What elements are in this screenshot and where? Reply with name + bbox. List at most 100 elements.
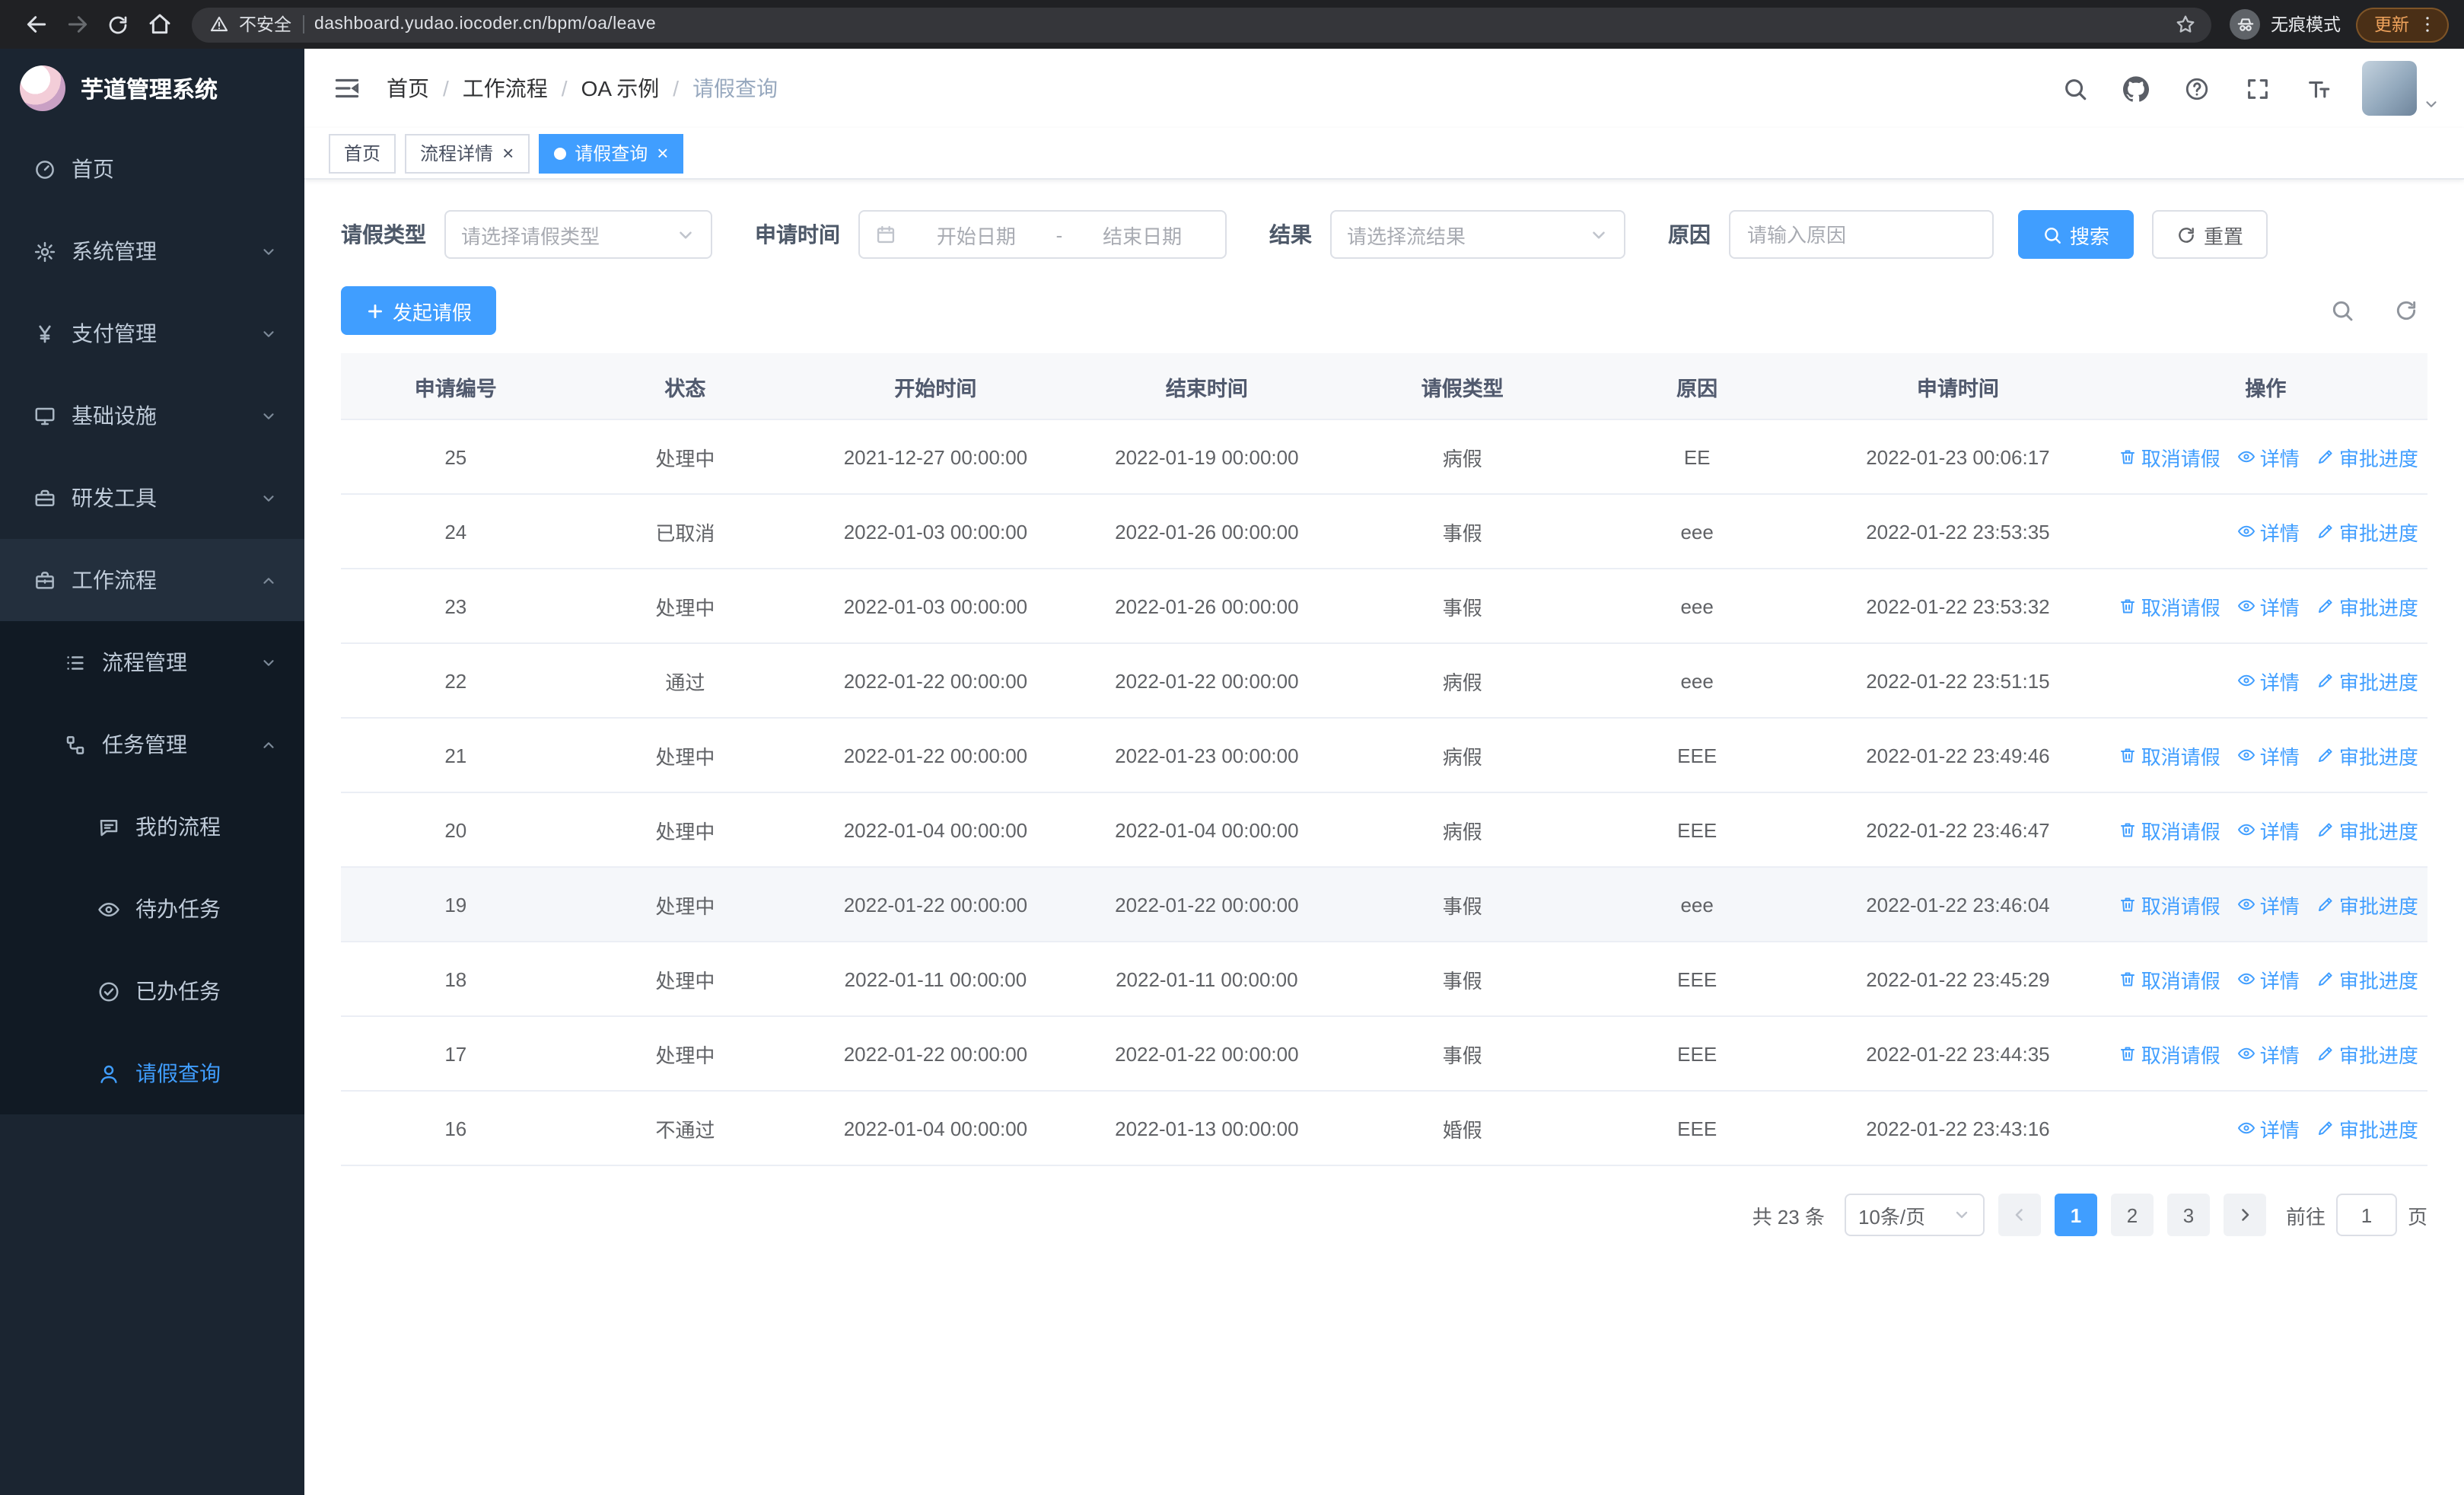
pen-icon: [2316, 522, 2335, 540]
breadcrumb-home[interactable]: 首页: [387, 73, 429, 104]
approval-progress-link[interactable]: 审批进度: [2316, 964, 2418, 993]
chevron-down-icon: [260, 489, 277, 506]
sidebar-item-system[interactable]: 系统管理: [0, 210, 304, 292]
detail-link[interactable]: 详情: [2237, 591, 2300, 620]
breadcrumb-workflow[interactable]: 工作流程: [463, 73, 548, 104]
sidebar-item-done-tasks[interactable]: 已办任务: [0, 950, 304, 1032]
cell-leave-type: 病假: [1442, 447, 1482, 470]
sidebar-item-leave-query[interactable]: 请假查询: [0, 1032, 304, 1114]
gear-icon: [33, 240, 56, 263]
goto-page-input[interactable]: [2335, 1194, 2397, 1236]
leave-type-select[interactable]: 请选择请假类型: [444, 210, 712, 259]
sidebar-collapse-icon[interactable]: [329, 70, 365, 107]
cancel-leave-link[interactable]: 取消请假: [2119, 964, 2220, 993]
page-button-2[interactable]: 2: [2110, 1194, 2154, 1236]
detail-link[interactable]: 详情: [2237, 1114, 2300, 1143]
approval-progress-link[interactable]: 审批进度: [2316, 741, 2418, 770]
cell-leave-type: 事假: [1442, 596, 1482, 619]
sidebar-item-infrastructure[interactable]: 基础设施: [0, 375, 304, 457]
breadcrumb: 首页 / 工作流程 / OA 示例 / 请假查询: [387, 73, 2033, 104]
range-separator: -: [1055, 223, 1063, 246]
fullscreen-icon[interactable]: [2237, 69, 2277, 108]
approval-progress-link[interactable]: 审批进度: [2316, 890, 2418, 919]
prev-page-button[interactable]: [1998, 1194, 2041, 1236]
page-size-select[interactable]: 10条/页: [1844, 1194, 1985, 1236]
detail-link[interactable]: 详情: [2237, 964, 2300, 993]
approval-progress-link[interactable]: 审批进度: [2316, 591, 2418, 620]
detail-link[interactable]: 详情: [2237, 741, 2300, 770]
help-icon[interactable]: [2176, 69, 2216, 108]
pen-icon: [2316, 970, 2335, 988]
approval-progress-link[interactable]: 审批进度: [2316, 815, 2418, 844]
address-bar[interactable]: 不安全 dashboard.yudao.iocoder.cn/bpm/oa/le…: [192, 7, 2211, 42]
cell-end-time: 2022-01-04 00:00:00: [1115, 818, 1299, 841]
detail-link[interactable]: 详情: [2237, 1039, 2300, 1068]
sidebar-item-my-processes[interactable]: 我的流程: [0, 786, 304, 868]
detail-link[interactable]: 详情: [2237, 890, 2300, 919]
approval-progress-link[interactable]: 审批进度: [2316, 517, 2418, 546]
reset-button[interactable]: 重置: [2152, 210, 2268, 259]
browser-home-button[interactable]: [138, 4, 180, 45]
browser-update-button[interactable]: 更新: [2356, 7, 2449, 42]
cancel-leave-link[interactable]: 取消请假: [2119, 1039, 2220, 1068]
sidebar-item-todo-tasks[interactable]: 待办任务: [0, 868, 304, 950]
start-date-placeholder: 开始日期: [936, 225, 1016, 247]
approval-progress-link[interactable]: 审批进度: [2316, 1039, 2418, 1068]
browser-reload-button[interactable]: [97, 4, 138, 45]
detail-link[interactable]: 详情: [2237, 442, 2300, 471]
cell-end-time: 2022-01-23 00:00:00: [1115, 744, 1299, 767]
detail-link[interactable]: 详情: [2237, 517, 2300, 546]
reason-input[interactable]: [1729, 210, 1994, 259]
cancel-leave-link[interactable]: 取消请假: [2119, 890, 2220, 919]
github-icon[interactable]: [2115, 69, 2155, 108]
table-header: 申请编号 状态 开始时间 结束时间 请假类型 原因 申请时间 操作: [341, 353, 2427, 420]
approval-progress-link[interactable]: 审批进度: [2316, 1114, 2418, 1143]
calendar-icon: [875, 224, 896, 245]
page-button-3[interactable]: 3: [2166, 1194, 2210, 1236]
browser-back-button[interactable]: [15, 4, 56, 45]
user-menu[interactable]: [2362, 61, 2440, 116]
browser-menu-icon[interactable]: [2414, 11, 2441, 38]
detail-link[interactable]: 详情: [2237, 666, 2300, 695]
tab-home[interactable]: 首页: [329, 133, 396, 173]
tab-leave-query[interactable]: 请假查询 ×: [538, 133, 684, 173]
close-icon[interactable]: ×: [502, 143, 514, 163]
cell-leave-type: 婚假: [1442, 1118, 1482, 1141]
sidebar-item-payment[interactable]: 支付管理: [0, 292, 304, 375]
sidebar-item-task-management[interactable]: 任务管理: [0, 703, 304, 786]
header-search-icon[interactable]: [2055, 69, 2094, 108]
table-row: 21 处理中 2022-01-22 00:00:00 2022-01-23 00…: [341, 719, 2427, 793]
approval-progress-link[interactable]: 审批进度: [2316, 442, 2418, 471]
create-leave-button[interactable]: 发起请假: [341, 286, 497, 335]
cancel-leave-link[interactable]: 取消请假: [2119, 591, 2220, 620]
refresh-table-icon[interactable]: [2385, 289, 2427, 332]
cell-apply-id: 20: [444, 818, 467, 841]
tab-process-detail[interactable]: 流程详情 ×: [405, 133, 530, 173]
sidebar-item-workflow[interactable]: 工作流程: [0, 539, 304, 621]
bookmark-star-icon[interactable]: [2169, 8, 2202, 41]
cancel-leave-link[interactable]: 取消请假: [2119, 815, 2220, 844]
sidebar-item-process-management[interactable]: 流程管理: [0, 621, 304, 703]
user-avatar[interactable]: [2362, 61, 2417, 116]
next-page-button[interactable]: [2223, 1194, 2266, 1236]
breadcrumb-oa-example[interactable]: OA 示例: [581, 73, 660, 104]
toggle-search-icon[interactable]: [2321, 289, 2364, 332]
detail-link[interactable]: 详情: [2237, 815, 2300, 844]
apply-time-range-picker[interactable]: 开始日期 - 结束日期: [858, 210, 1227, 259]
sidebar-item-devtools[interactable]: 研发工具: [0, 457, 304, 539]
font-size-icon[interactable]: [2298, 69, 2338, 108]
result-select[interactable]: 请选择流结果: [1330, 210, 1625, 259]
page-unit-label: 页: [2407, 1205, 2427, 1228]
approval-progress-link[interactable]: 审批进度: [2316, 666, 2418, 695]
cell-leave-type: 事假: [1442, 521, 1482, 544]
table-row: 16 不通过 2022-01-04 00:00:00 2022-01-13 00…: [341, 1092, 2427, 1166]
cancel-leave-link[interactable]: 取消请假: [2119, 741, 2220, 770]
close-icon[interactable]: ×: [657, 143, 668, 163]
browser-forward-button[interactable]: [56, 4, 97, 45]
search-button[interactable]: 搜索: [2018, 210, 2135, 259]
sidebar-item-home[interactable]: 首页: [0, 128, 304, 210]
cancel-leave-link[interactable]: 取消请假: [2119, 442, 2220, 471]
cell-end-time: 2022-01-19 00:00:00: [1115, 445, 1299, 468]
cell-reason: EEE: [1677, 967, 1717, 990]
page-button-1[interactable]: 1: [2054, 1194, 2097, 1236]
